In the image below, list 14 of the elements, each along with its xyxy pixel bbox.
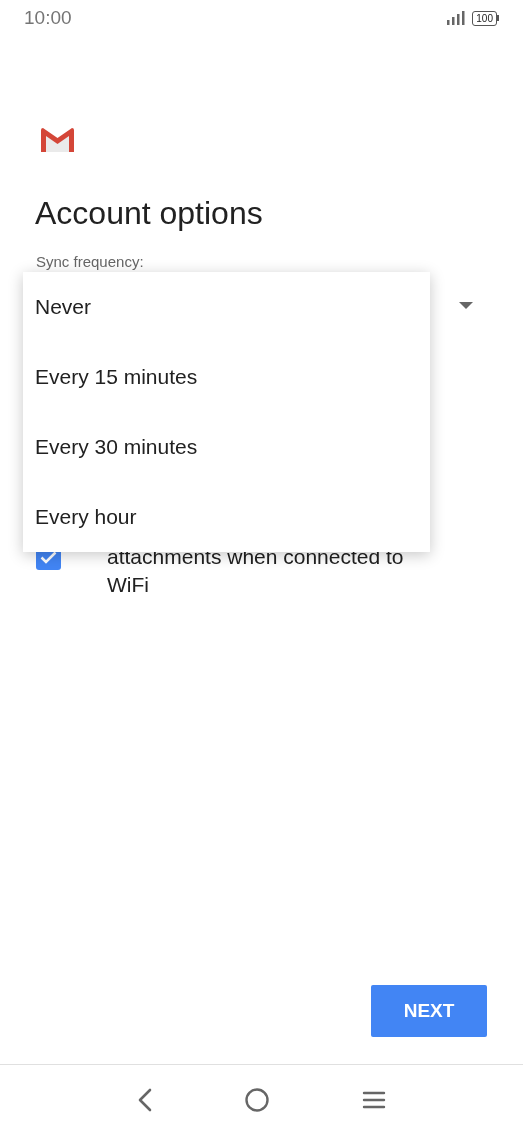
status-time: 10:00 xyxy=(24,7,72,29)
battery-icon: 100 xyxy=(472,10,499,26)
next-button[interactable]: NEXT xyxy=(371,985,487,1037)
menu-item[interactable]: Every 15 minutes xyxy=(23,342,430,412)
mail-logo-icon xyxy=(41,128,74,152)
back-icon[interactable] xyxy=(137,1087,152,1112)
page-title: Account options xyxy=(35,194,264,233)
menu-item[interactable]: Every 30 minutes xyxy=(23,412,430,482)
menu-item[interactable]: Never xyxy=(23,272,430,342)
home-icon[interactable] xyxy=(244,1087,269,1112)
signal-icon xyxy=(447,11,466,25)
menu-icon[interactable] xyxy=(361,1089,386,1110)
dropdown-arrow-icon[interactable] xyxy=(459,301,473,309)
field-label: Sync frequency: xyxy=(36,252,145,272)
